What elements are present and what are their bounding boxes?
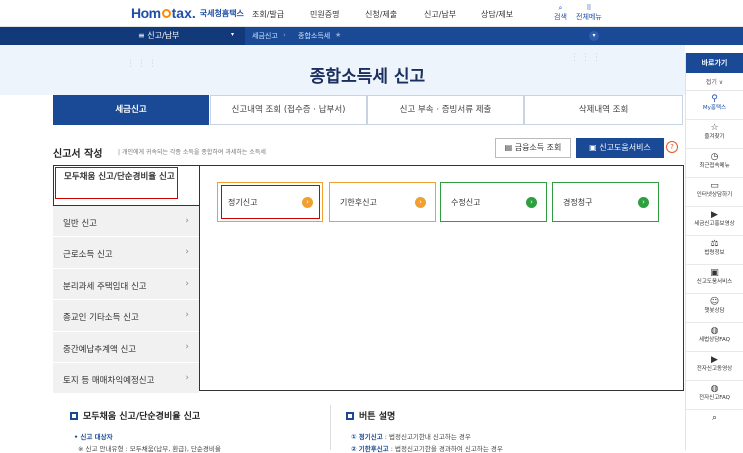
all-menu-button[interactable]: ⠿ 전체메뉴 [576,4,602,22]
quick-menu-title: 바로가기 [686,53,743,73]
star-icon: ☆ [710,123,719,133]
dropdown-arrow-icon: ▾ [231,31,235,38]
breadcrumb-bar: ≡ 신고/납부 ▾ 세금신고 › 종합소득세 ★ ▾ [0,27,743,45]
grid-icon: ⠿ [586,4,592,12]
refund-claim-button[interactable]: 경정청구 › [552,182,659,222]
tab-attachment-submit[interactable]: 신고 부속 · 증빙서류 제출 [367,95,524,125]
arrow-right-icon: › [415,197,426,208]
chevron-right-icon: › [185,341,189,352]
chevron-right-icon: › [185,372,189,383]
page-title: 종합소득세 신고 [309,67,426,87]
quick-recent[interactable]: ◷ 최근접속메뉴 [686,149,743,178]
menu-selector-label: ≡ 신고/납부 [138,31,180,40]
square-bullet-icon [70,412,78,420]
fold-button[interactable]: 접기 ∨ [686,73,743,91]
info-right-line: ① 정기신고 : 법정신고기한내 신고하는 경우 [351,433,471,441]
breadcrumb-item[interactable]: 세금신고 [252,31,278,41]
chat-icon: ☺ [709,297,720,307]
chevron-right-icon: › [185,310,189,321]
top-header: Hom tax. 국세청홈택스 조회/발급 민원증명 신청/제출 신고/납부 상… [0,0,743,27]
gnb-item[interactable]: 민원증명 [310,9,339,20]
side-item-earned-income[interactable]: 근로소득 신고 › [53,237,199,269]
gnb-item[interactable]: 신고/납부 [424,9,456,20]
info-left-line: • 신고 대상자 [74,433,113,441]
search-button[interactable]: ⌕ 검색 [554,4,567,22]
quick-favorites[interactable]: ☆ 즐겨찾기 [686,120,743,149]
logo-org-text: 국세청홈택스 [199,8,244,18]
quick-tax-faq[interactable]: ◍ 세법상담FAQ [686,323,743,352]
square-bullet-icon [346,412,354,420]
recent-icon: ◷ [710,152,719,162]
filing-help-button[interactable]: ▣ 신고도움서비스 [576,138,664,158]
side-item-interim[interactable]: 중간예납추계액 신고 › [53,331,199,363]
side-item-land-sale[interactable]: 토지 등 매매차익예정신고 › [53,362,199,395]
info-left-line: ※ 신고 안내유형 : 모두채움(납부, 환급), 단순경비율 [78,445,221,453]
gnb-item[interactable]: 상담/제보 [481,9,513,20]
quick-efiling-video[interactable]: ▶ 전자신고동영상 [686,352,743,381]
side-item-general[interactable]: 일반 신고 › [53,206,199,238]
logo-home-text: Hom [131,5,161,21]
filing-type-list: 모두채움 신고/단순경비율 신고 일반 신고 › 근로소득 신고 › 분리과세 주택… [53,165,199,395]
arrow-right-icon: › [638,197,649,208]
section-title: 신고서 작성 [53,149,103,160]
gnb-item[interactable]: 신청/제출 [365,9,397,20]
logo-tax-text: tax. [171,5,196,21]
faq-icon: ◍ [710,384,719,394]
book-icon: ▣ [710,268,719,278]
side-item-housing-rental[interactable]: 분리과세 주택임대 신고 › [53,268,199,301]
chevron-right-icon: › [185,247,189,258]
breadcrumb-item[interactable]: 종합소득세 [298,31,330,41]
logo-circle-icon [161,8,171,18]
user-icon: ⚲ [711,94,718,104]
quick-chatbot[interactable]: ☺ 챗봇상담 [686,294,743,323]
quick-promo-video[interactable]: ▶ 세금신고홍보영상 [686,207,743,236]
faq-icon: ◍ [710,326,719,336]
financial-income-button[interactable]: ▤ 금융소득 조회 [495,138,571,158]
search-icon: ⌕ [711,413,718,423]
book-icon: ▣ [589,143,597,152]
star-icon[interactable]: ★ [335,31,341,39]
quick-efiling-faq[interactable]: ◍ 전자신고FAQ [686,381,743,410]
hometax-logo[interactable]: Hom tax. 국세청홈택스 [131,3,244,23]
gnb-item[interactable]: 조회/발급 [252,9,284,20]
quick-filing-help[interactable]: ▣ 신고도움서비스 [686,265,743,294]
quick-myhometax[interactable]: ⚲ My홈택스 [686,91,743,120]
highlight-box [55,167,178,199]
gavel-icon: ⚖ [710,239,719,249]
highlight-box [221,185,320,219]
info-divider [330,405,331,450]
breadcrumb-separator-icon: › [283,31,286,39]
menu-selector[interactable]: ≡ 신고/납부 ▾ [0,27,245,45]
quick-search[interactable]: ⌕ [686,410,743,439]
tab-filing-history[interactable]: 신고내역 조회 (접수증 · 납부서) [210,95,367,125]
quick-law-info[interactable]: ⚖ 법령정보 [686,236,743,265]
tab-tax-filing[interactable]: 세금신고 [53,95,209,125]
amended-filing-button[interactable]: 수정신고 › [440,182,547,222]
document-icon: ▤ [504,143,513,152]
video-icon: ▶ [711,210,718,220]
tab-bar: 세금신고 신고내역 조회 (접수증 · 납부서) 신고 부속 · 증빙서류 제출… [53,95,683,125]
info-right-line: ② 기한후신고 : 법정신고기한을 경과하여 신고하는 경우 [351,445,503,453]
chevron-right-icon: › [185,278,189,289]
video-icon: ▶ [711,355,718,365]
arrow-right-icon: › [526,197,537,208]
section-description: | 개인에게 귀속되는 각종 소득을 종합하여 과세하는 소득세 [118,149,266,156]
quick-online-consult[interactable]: ▭ 인터넷상담하기 [686,178,743,207]
tab-deleted-history[interactable]: 삭제내역 조회 [524,95,683,125]
late-filing-button[interactable]: 기한후신고 › [329,182,436,222]
info-left-title: 모두채움 신고/단순경비율 신고 [70,409,200,422]
help-icon[interactable]: ? [666,141,678,153]
quick-menu: 바로가기 접기 ∨ ⚲ My홈택스 ☆ 즐겨찾기 ◷ 최근접속메뉴 ▭ 인터넷상담하기 … [685,53,743,450]
info-right-title: 버튼 설명 [346,409,395,422]
expand-nav-icon[interactable]: ▾ [589,31,599,41]
monitor-icon: ▭ [710,181,719,191]
chevron-right-icon: › [185,216,189,226]
side-item-religious[interactable]: 종교인 기타소득 신고 › [53,300,199,332]
search-icon: ⌕ [558,4,563,12]
